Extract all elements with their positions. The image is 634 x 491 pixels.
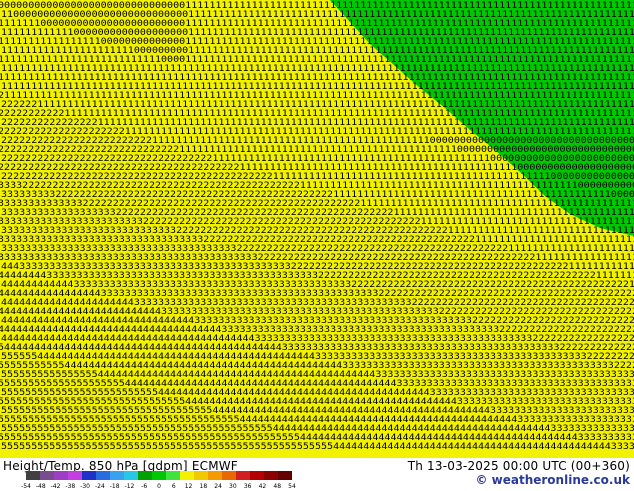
color-scale-tick-label: -18	[109, 483, 120, 490]
color-scale-tick-label: 6	[171, 483, 176, 490]
color-scale-tick-label: 36	[243, 483, 252, 490]
color-scale-tick-label: -48	[35, 483, 46, 490]
color-scale-swatch	[264, 471, 279, 480]
map-canvas: 0000000000000000000000000000000111111111…	[0, 0, 634, 458]
contour-glyph-layer: 0000000000000000000000000000000111111111…	[0, 1, 634, 452]
color-scale-tick-label: -24	[94, 483, 105, 490]
color-scale-swatch	[180, 471, 195, 480]
color-scale-swatch	[82, 471, 97, 480]
color-scale-tick-label: -54	[21, 483, 31, 490]
color-scale-swatch	[124, 471, 139, 480]
contour-glyph-row: 5555555555555555555555555555555555555555…	[1, 442, 634, 452]
color-scale-swatch	[250, 471, 265, 480]
color-scale-tick-label: 48	[273, 483, 282, 490]
footer-bar: Height/Temp. 850 hPa [gdpm] ECMWF Th 13-…	[0, 458, 634, 490]
color-scale-swatch	[208, 471, 223, 480]
color-scale-tick-label: -42	[50, 483, 61, 490]
color-scale-swatch	[54, 471, 69, 480]
color-scale-tick-label: -38	[65, 483, 76, 490]
color-scale-tick-label: 42	[258, 483, 267, 490]
color-scale-tick-label: 12	[184, 483, 193, 490]
color-scale-swatch	[236, 471, 251, 480]
valid-time: Th 13-03-2025 00:00 UTC (00+360)	[407, 459, 630, 473]
color-scale-swatch	[166, 471, 181, 480]
color-scale-swatch	[110, 471, 125, 480]
color-scale-tick-label: -6	[141, 483, 148, 490]
color-scale-swatch	[222, 471, 237, 480]
color-scale-swatch	[68, 471, 83, 480]
color-scale-tick-label: -30	[80, 483, 91, 490]
color-scale-swatch	[96, 471, 111, 480]
color-scale-tick-label: 18	[199, 483, 208, 490]
color-scale-bar	[26, 471, 292, 480]
color-scale-swatch	[40, 471, 55, 480]
color-scale-swatch	[278, 471, 292, 480]
weather-map: 0000000000000000000000000000000111111111…	[0, 0, 634, 458]
color-scale-swatch	[26, 471, 41, 480]
color-scale-tick-label: 54	[288, 483, 296, 490]
color-scale-tick-label: 0	[157, 483, 161, 490]
color-scale-swatch	[194, 471, 209, 480]
color-scale-tick-label: 24	[214, 483, 222, 490]
color-scale-tick-label: -12	[124, 483, 135, 490]
color-scale-swatch	[138, 471, 153, 480]
color-scale-swatch	[152, 471, 167, 480]
credit-link[interactable]: © weatheronline.co.uk	[475, 473, 630, 487]
color-scale-tick-label: 30	[229, 483, 237, 490]
